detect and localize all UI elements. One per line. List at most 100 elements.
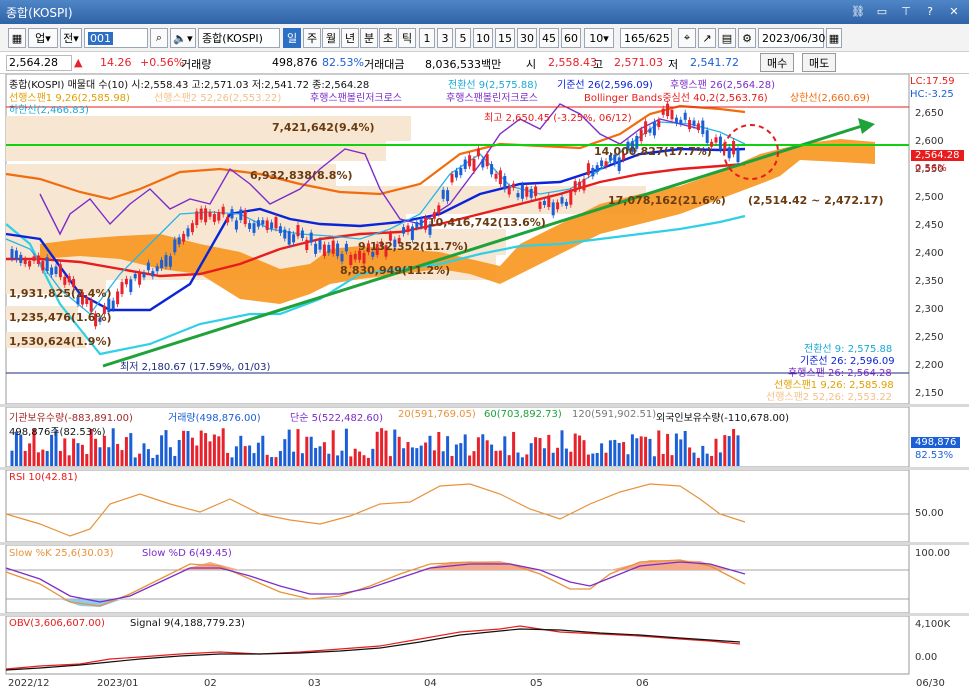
interval-30[interactable]: 30	[517, 28, 537, 48]
trend-icon[interactable]: ↗	[698, 28, 716, 48]
count-field[interactable]: 165/625	[620, 28, 672, 48]
vol-sub: 498,876주(82.53%)	[9, 427, 106, 438]
y-tick: 2,350	[915, 276, 944, 287]
candle-body	[155, 266, 159, 272]
period-day[interactable]: 일	[283, 28, 301, 48]
candle-body	[10, 249, 14, 259]
candle-body	[32, 256, 36, 261]
volume-bar	[419, 445, 423, 466]
candle-body	[419, 219, 423, 227]
candle-body	[525, 187, 529, 197]
candle-body	[23, 259, 27, 265]
volume-bar	[331, 430, 335, 466]
settings-icon[interactable]: ⚙	[738, 28, 756, 48]
candle-body	[714, 137, 718, 143]
chart-area[interactable]: 종합(KOSPI) 매물대 수(10) 시:2,558.43 고:2,571.0…	[0, 73, 969, 696]
panel-separator[interactable]	[0, 613, 969, 616]
candle-body	[296, 225, 300, 237]
candle-body	[437, 205, 441, 214]
volume-bar	[727, 436, 731, 466]
volume-bar	[688, 447, 692, 466]
candle-body	[674, 117, 678, 124]
panel-separator[interactable]	[0, 542, 969, 545]
search-icon[interactable]: ⌕	[150, 28, 168, 48]
rsi-axis: 50.00	[915, 508, 944, 519]
volume-bar	[98, 447, 102, 466]
y-tick: 2,150	[915, 388, 944, 399]
interval-select[interactable]: 10 ▾	[584, 28, 614, 48]
calendar-icon[interactable]: ▦	[826, 28, 842, 48]
period-week[interactable]: 주	[303, 28, 321, 48]
price-bar: 2,564.28 ▲ 14.26 +0.56% 거래량 498,876 82.5…	[0, 52, 969, 74]
period-year[interactable]: 년	[341, 28, 359, 48]
pin-icon[interactable]: ⊤	[897, 3, 915, 20]
y-tick: 2,650	[915, 108, 944, 119]
volume-bar	[586, 454, 590, 466]
volume-bar	[525, 454, 529, 466]
volume-bar	[661, 453, 665, 466]
volume-bar	[481, 434, 485, 466]
interval-60[interactable]: 60	[561, 28, 581, 48]
volume-bar	[551, 452, 555, 466]
panel-separator[interactable]	[0, 467, 969, 470]
candle-body	[692, 120, 696, 126]
sell-button[interactable]: 매도	[802, 53, 837, 72]
candle-body	[177, 237, 181, 245]
volume-bar	[582, 440, 586, 466]
volume-bar	[718, 452, 722, 466]
interval-15[interactable]: 15	[495, 28, 515, 48]
open-label: 시	[526, 58, 537, 71]
up-arrow-icon: ▲	[74, 56, 83, 69]
close-icon[interactable]: ✕	[945, 3, 963, 20]
candle-body	[586, 163, 590, 176]
help-icon[interactable]: ?	[921, 3, 939, 20]
market-select[interactable]: 업 ▾	[28, 28, 58, 48]
layout-icon[interactable]: ▤	[718, 28, 736, 48]
volume-label: 거래량	[181, 58, 212, 71]
high-annotation: 최고 2,650.45 (-3.25%, 06/12)	[484, 113, 632, 124]
restore-icon[interactable]: ▭	[873, 3, 891, 20]
volume-bar	[300, 453, 304, 466]
crosshair-icon[interactable]: ⌖	[678, 28, 696, 48]
code-input[interactable]: 001	[84, 28, 148, 48]
all-select[interactable]: 전 ▾	[60, 28, 82, 48]
volume-bar	[208, 441, 212, 466]
candle-body	[309, 232, 313, 243]
panel-separator[interactable]	[0, 404, 969, 407]
interval-5[interactable]: 5	[455, 28, 471, 48]
current-price: 2,564.28	[6, 55, 72, 71]
volume-pct: 82.53%	[322, 56, 364, 69]
amount-label: 거래대금	[364, 58, 405, 71]
index-name-field[interactable]: 종합(KOSPI)	[198, 28, 280, 48]
sound-icon[interactable]: 🔈▾	[170, 28, 196, 48]
volume-bar	[50, 434, 54, 466]
candle-body	[578, 181, 582, 189]
candle-body	[410, 226, 414, 240]
interval-10[interactable]: 10	[473, 28, 493, 48]
interval-3[interactable]: 3	[437, 28, 453, 48]
x-tick-end: 06/30	[916, 678, 945, 689]
date-field[interactable]: 2023/06/30	[758, 28, 825, 48]
volume-bar	[679, 439, 683, 466]
candle-body	[283, 229, 287, 239]
y-tick: 2,600	[915, 136, 944, 147]
candle-body	[600, 160, 604, 167]
interval-45[interactable]: 45	[539, 28, 559, 48]
volume-bar	[102, 435, 106, 466]
interval-1[interactable]: 1	[419, 28, 435, 48]
volume-bar	[182, 430, 186, 466]
volume-bar	[283, 439, 287, 466]
amount-value: 8,036,533백만	[425, 58, 502, 71]
buy-button[interactable]: 매수	[760, 53, 795, 72]
vp-range-label: (2,514.42 ~ 2,472.17)	[748, 194, 884, 207]
period-minute[interactable]: 분	[360, 28, 378, 48]
period-tick[interactable]: 틱	[398, 28, 416, 48]
grid-icon[interactable]: ▦	[8, 28, 26, 48]
legend-bb-upper: 상한선(2,660.69)	[790, 93, 870, 104]
candle-body	[732, 141, 736, 155]
volume-bar	[10, 450, 14, 466]
candle-body	[164, 255, 168, 267]
period-month[interactable]: 월	[322, 28, 340, 48]
period-second[interactable]: 초	[379, 28, 397, 48]
link-icon[interactable]: ⛓	[849, 3, 867, 20]
